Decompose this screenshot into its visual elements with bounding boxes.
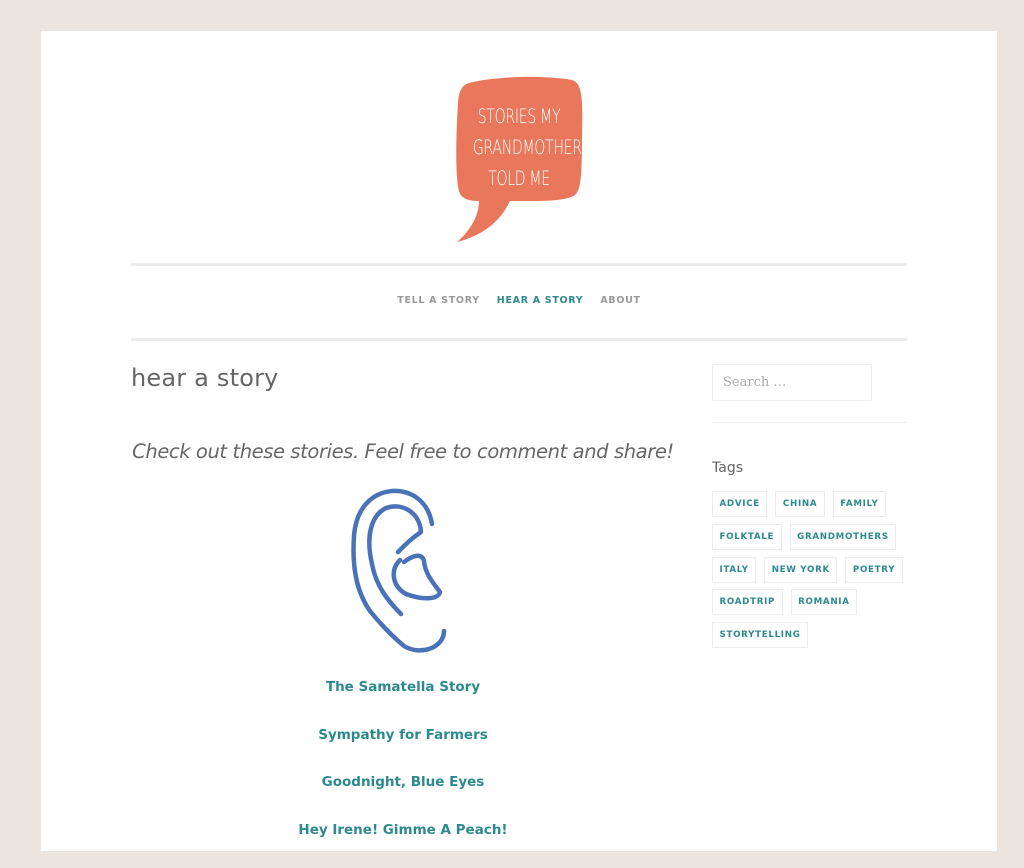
page-title: hear a story	[131, 364, 279, 392]
logo-text: STORIES MY GRANDMOTHER TOLD ME	[472, 101, 582, 194]
story-link[interactable]: Sympathy for Farmers	[131, 725, 675, 773]
logo-line: GRANDMOTHER	[472, 136, 582, 159]
tag-folktale[interactable]: folktale	[712, 523, 782, 550]
tag-row: roadtrip romania	[712, 589, 912, 622]
nav-item-about[interactable]: About	[600, 295, 640, 306]
tag-row: italy new york poetry	[712, 556, 912, 590]
tag-roadtrip[interactable]: roadtrip	[712, 589, 783, 616]
nav-top-divider	[131, 263, 907, 266]
tag-storytelling[interactable]: storytelling	[712, 622, 809, 649]
nav-item-hear-a-story[interactable]: Hear a Story	[497, 295, 584, 306]
tags-widget-title: Tags	[712, 460, 743, 476]
tag-romania[interactable]: romania	[790, 589, 858, 616]
sidebar-divider	[712, 422, 907, 423]
nav-item-tell-a-story[interactable]: Tell a Story	[397, 295, 480, 306]
story-link[interactable]: The Samatella Story	[131, 677, 675, 725]
tag-family[interactable]: family	[832, 491, 886, 517]
story-link[interactable]: Goodnight, Blue Eyes	[131, 772, 675, 820]
tag-row: storytelling	[712, 622, 912, 655]
tag-row: folktale grandmothers	[712, 523, 912, 557]
intro-text: Check out these stories. Feel free to co…	[132, 440, 674, 463]
tag-row: advice china family	[712, 491, 912, 524]
site-logo-link[interactable]: STORIES MY GRANDMOTHER TOLD ME	[455, 75, 585, 243]
nav-bottom-divider	[131, 338, 907, 341]
logo-line: TOLD ME	[488, 167, 550, 190]
page-container: STORIES MY GRANDMOTHER TOLD ME Tell a St…	[41, 31, 997, 851]
search-input[interactable]	[712, 364, 872, 401]
tag-cloud: advice china family folktale grandmother…	[712, 491, 912, 655]
tag-advice[interactable]: advice	[712, 491, 768, 517]
tag-grandmothers[interactable]: grandmothers	[789, 523, 897, 550]
ear-icon	[348, 486, 452, 656]
main-navigation: Tell a Story Hear a Story About	[131, 295, 907, 306]
tag-poetry[interactable]: poetry	[845, 556, 903, 583]
tag-new-york[interactable]: new york	[764, 556, 838, 583]
story-list: The Samatella Story Sympathy for Farmers…	[131, 677, 675, 868]
tag-china[interactable]: china	[775, 491, 825, 517]
logo-line: STORIES MY	[477, 105, 561, 128]
story-link[interactable]: Hey Irene! Gimme A Peach!	[131, 820, 675, 868]
tag-italy[interactable]: italy	[712, 556, 757, 583]
